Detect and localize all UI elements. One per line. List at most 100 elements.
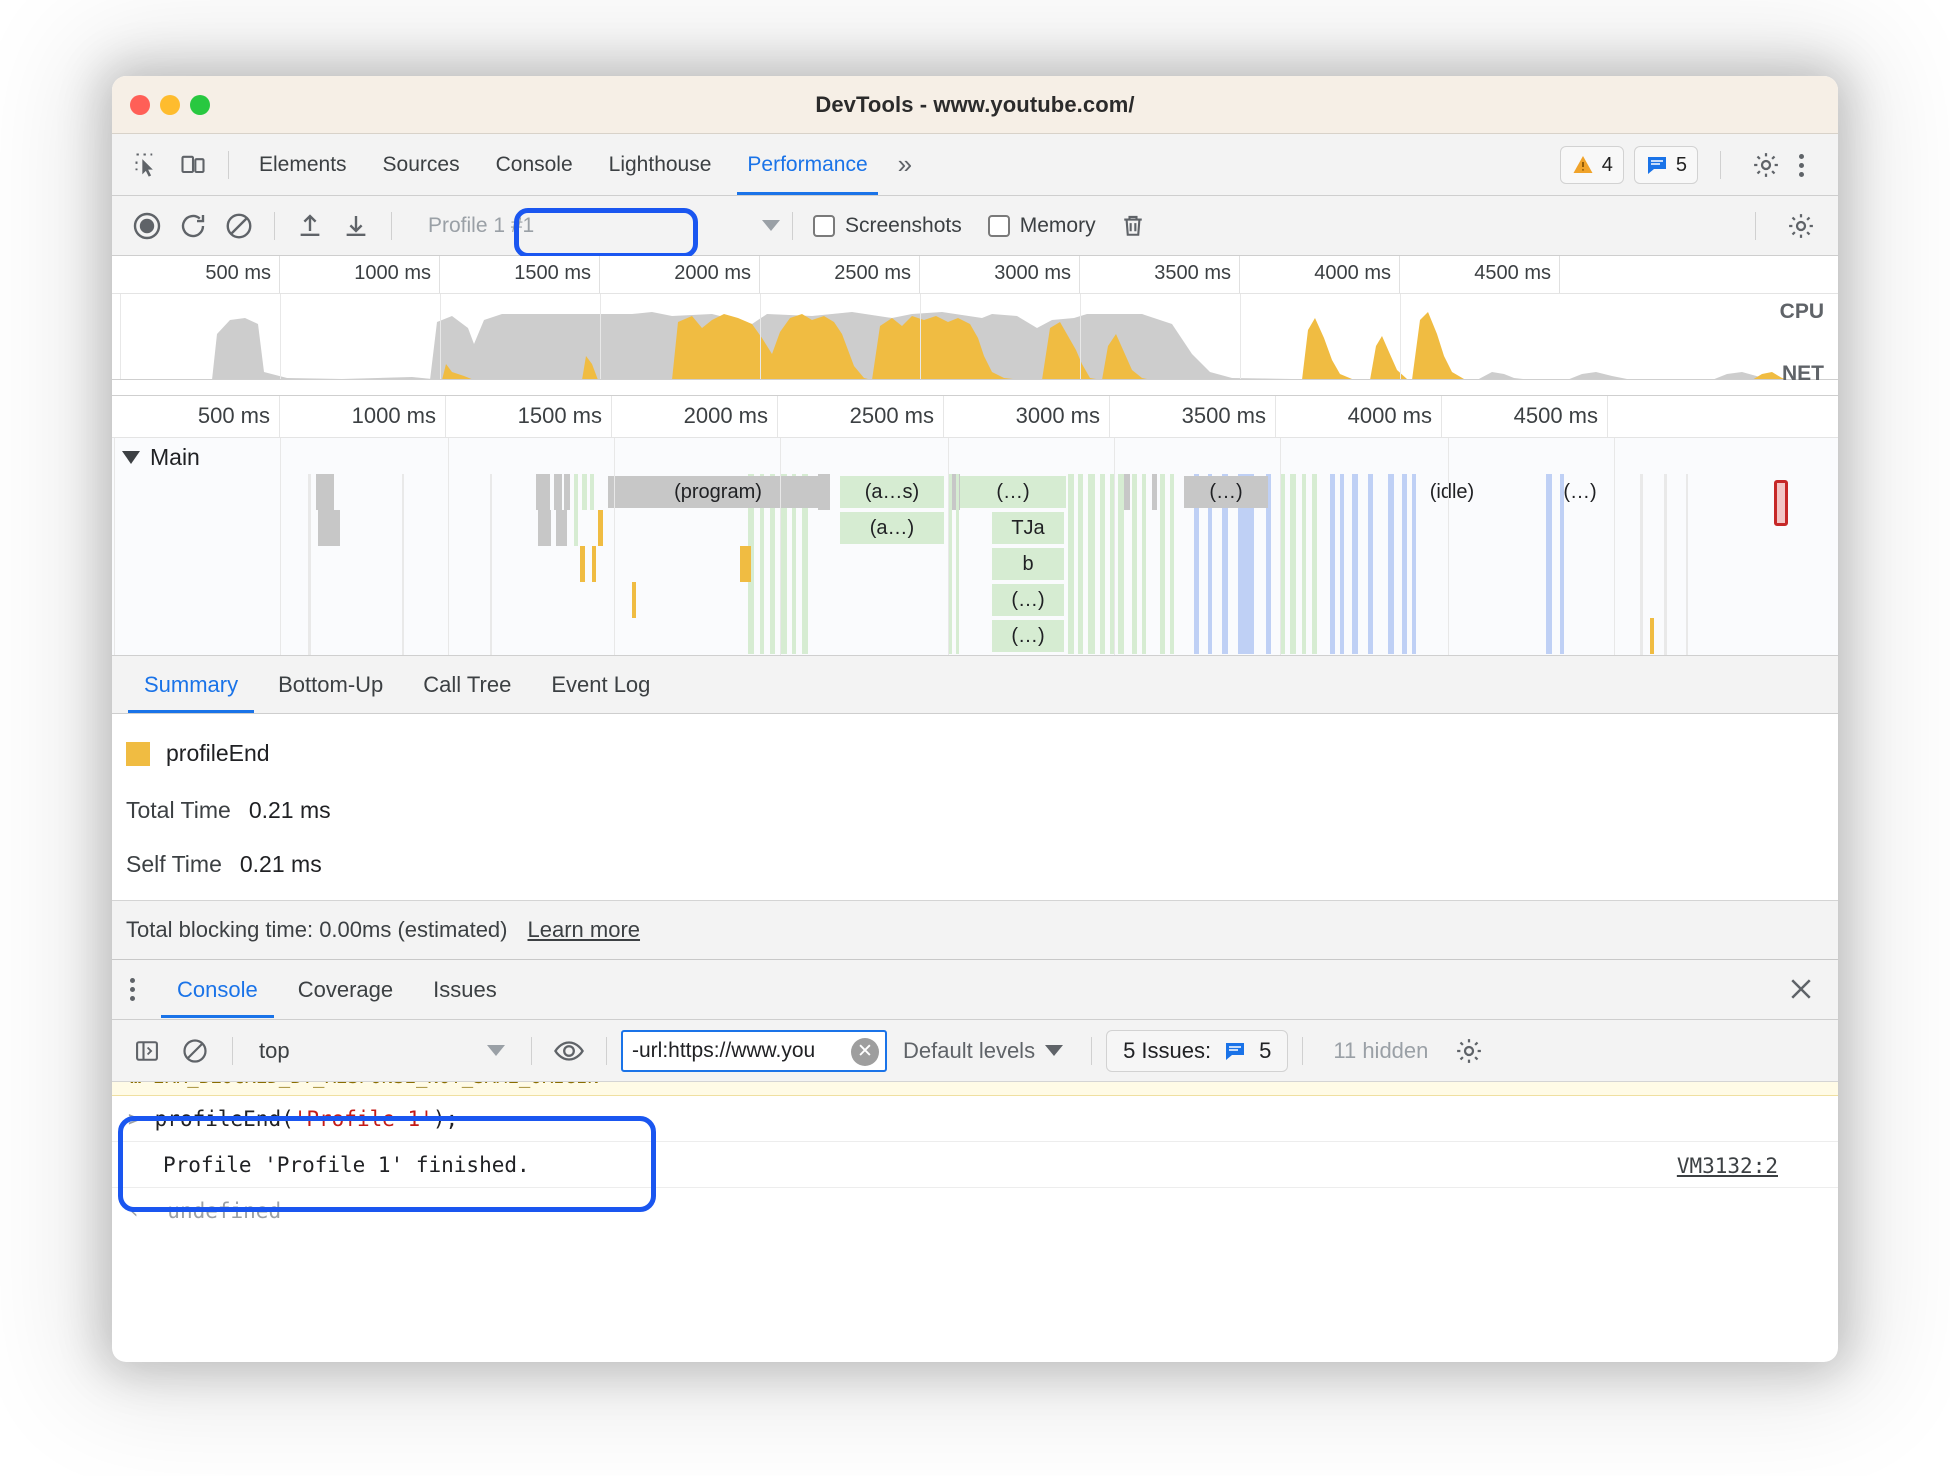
download-profile-icon[interactable] <box>333 203 379 249</box>
flamechart-bar[interactable]: (a…) <box>840 512 944 544</box>
drawer-tab-console[interactable]: Console <box>157 961 278 1018</box>
execution-context-selector[interactable]: top <box>247 1031 517 1071</box>
flamechart-bar[interactable]: (…) <box>992 584 1064 616</box>
screenshots-checkbox-box[interactable] <box>813 214 835 237</box>
chevron-down-icon <box>487 1045 505 1056</box>
memory-checkbox-box[interactable] <box>987 214 1010 237</box>
console-result-message[interactable]: ‹· undefined <box>112 1188 1838 1224</box>
flamechart-bar[interactable]: (a…s) <box>840 476 944 508</box>
detail-tab-event-log[interactable]: Event Log <box>531 656 670 713</box>
total-blocking-time-bar: Total blocking time: 0.00ms (estimated) … <box>112 900 1838 960</box>
ruler-tick-label: 2500 ms <box>834 262 911 284</box>
ruler-tick: 4000 ms <box>1276 396 1442 437</box>
drawer-tab-coverage[interactable]: Coverage <box>278 961 413 1018</box>
timeline-overview[interactable]: 500 ms 1000 ms 1500 ms 2000 ms 2500 ms 3000 m… <box>112 256 1838 396</box>
drawer-kebab-menu-icon[interactable] <box>130 978 135 1001</box>
log-levels-selector[interactable]: Default levels <box>889 1038 1077 1064</box>
record-icon[interactable] <box>124 203 170 249</box>
flamechart-group-main[interactable]: Main <box>122 444 200 471</box>
total-blocking-time-text: Total blocking time: 0.00ms (estimated) <box>126 917 508 942</box>
console-input-code-string: 'Profile 1' <box>293 1106 433 1131</box>
warnings-badge[interactable]: 4 <box>1559 146 1624 184</box>
screenshots-checkbox[interactable]: Screenshots <box>813 214 962 238</box>
flamechart-bar[interactable]: (program) <box>608 476 828 508</box>
devtools-tabbar: Elements Sources Console Lighthouse Perf… <box>112 134 1838 196</box>
console-input-message[interactable]: > profileEnd( 'Profile 1' ); <box>112 1096 1838 1142</box>
tab-console[interactable]: Console <box>478 135 591 195</box>
collapse-triangle-icon[interactable] <box>122 451 140 464</box>
clear-console-icon[interactable] <box>172 1028 218 1074</box>
ruler-tick: 2000 ms <box>612 396 778 437</box>
console-output-message[interactable]: Profile 'Profile 1' finished. VM3132:2 <box>112 1142 1838 1188</box>
tab-sources[interactable]: Sources <box>365 135 478 195</box>
flamechart-bar[interactable]: (…) <box>1184 476 1268 508</box>
tab-lighthouse[interactable]: Lighthouse <box>591 135 730 195</box>
memory-checkbox[interactable]: Memory <box>987 214 1096 238</box>
kebab-menu-icon[interactable] <box>1799 153 1804 177</box>
overview-gridline <box>120 294 121 379</box>
detail-tab-bottom-up[interactable]: Bottom-Up <box>258 656 403 713</box>
hidden-messages-count: 11 hidden <box>1333 1037 1429 1063</box>
reload-and-record-icon[interactable] <box>170 203 216 249</box>
screenshots-label: Screenshots <box>845 213 962 237</box>
close-window-button[interactable] <box>130 95 150 115</box>
input-prompt-icon: > <box>128 1106 141 1131</box>
flamechart-bar[interactable]: (…) <box>1542 476 1618 508</box>
flamechart[interactable]: Main (program) (a…s) (…) (…) (idle) (…) … <box>112 438 1838 656</box>
overview-gridline <box>1080 294 1081 379</box>
close-icon[interactable] <box>1786 974 1816 1009</box>
console-toolbar: top -url:https://www.you ✕ Default level… <box>112 1020 1838 1082</box>
capture-settings-gear-icon[interactable] <box>1778 203 1824 249</box>
flamechart-bar[interactable]: (idle) <box>1392 476 1512 508</box>
issues-badge[interactable]: 5 <box>1633 146 1698 184</box>
maximize-window-button[interactable] <box>190 95 210 115</box>
clear-input-icon[interactable]: ✕ <box>851 1037 879 1066</box>
show-console-sidebar-icon[interactable] <box>124 1028 170 1074</box>
clear-icon[interactable] <box>216 203 262 249</box>
detail-tab-summary[interactable]: Summary <box>124 656 258 713</box>
ruler-tick-label: 500 ms <box>205 262 271 284</box>
console-settings-gear-icon[interactable] <box>1446 1028 1492 1074</box>
flamechart-gridline <box>1114 438 1115 655</box>
net-label: NET <box>1782 362 1824 385</box>
live-expression-icon[interactable] <box>546 1028 592 1074</box>
tab-elements[interactable]: Elements <box>241 135 365 195</box>
cpu-overview-chart[interactable]: CPU <box>112 294 1838 380</box>
ruler-tick: 3500 ms <box>1110 396 1276 437</box>
ruler-tick-label: 1500 ms <box>517 403 602 428</box>
delete-icon[interactable] <box>1110 203 1156 249</box>
selected-event-marker[interactable] <box>1774 480 1788 526</box>
inspect-element-icon[interactable] <box>124 142 170 188</box>
ruler-tick-label: 4000 ms <box>1347 403 1432 428</box>
issues-pill-label: 5 Issues: <box>1123 1037 1212 1063</box>
drawer-tab-issues[interactable]: Issues <box>413 961 517 1018</box>
console-output-source-link[interactable]: VM3132:2 <box>1677 1154 1778 1178</box>
self-time-value: 0.21 ms <box>239 851 322 877</box>
flamechart-bar[interactable]: TJa <box>992 512 1064 544</box>
flamechart-bar[interactable]: b <box>992 548 1064 580</box>
gear-icon[interactable] <box>1743 142 1789 188</box>
ruler-tick: 4500 ms <box>1442 396 1608 437</box>
tab-performance[interactable]: Performance <box>729 135 885 195</box>
network-overview-strip[interactable]: NET <box>112 362 1838 396</box>
profile-selector[interactable]: Profile 1 #1 <box>414 204 614 248</box>
flamechart-gridline <box>1448 438 1449 655</box>
console-filter-input[interactable]: -url:https://www.you ✕ <box>621 1029 887 1072</box>
device-toolbar-icon[interactable] <box>170 142 216 188</box>
more-tabs-icon[interactable]: » <box>886 149 921 180</box>
detail-tabbar: Summary Bottom-Up Call Tree Event Log <box>112 656 1838 714</box>
traffic-lights[interactable] <box>130 95 210 115</box>
learn-more-link[interactable]: Learn more <box>528 917 641 943</box>
ruler-tick: 1000 ms <box>280 396 446 437</box>
minimize-window-button[interactable] <box>160 95 180 115</box>
console-messages[interactable]: … ERR_BLOCKED_BY_RESPONSE_NOT_SAME_ORIGI… <box>112 1082 1838 1224</box>
detail-tab-call-tree[interactable]: Call Tree <box>403 656 531 713</box>
profile-dropdown-caret-icon[interactable] <box>762 220 780 231</box>
warnings-count: 4 <box>1601 153 1613 176</box>
flamechart-bar[interactable]: (…) <box>960 476 1066 508</box>
flamechart-bar[interactable]: (…) <box>992 620 1064 652</box>
upload-profile-icon[interactable] <box>287 203 333 249</box>
issues-toolbar-pill[interactable]: 5 Issues: 5 <box>1106 1029 1289 1072</box>
summary-event-row: profileEnd <box>126 740 1838 767</box>
console-result-text: undefined <box>167 1199 282 1223</box>
